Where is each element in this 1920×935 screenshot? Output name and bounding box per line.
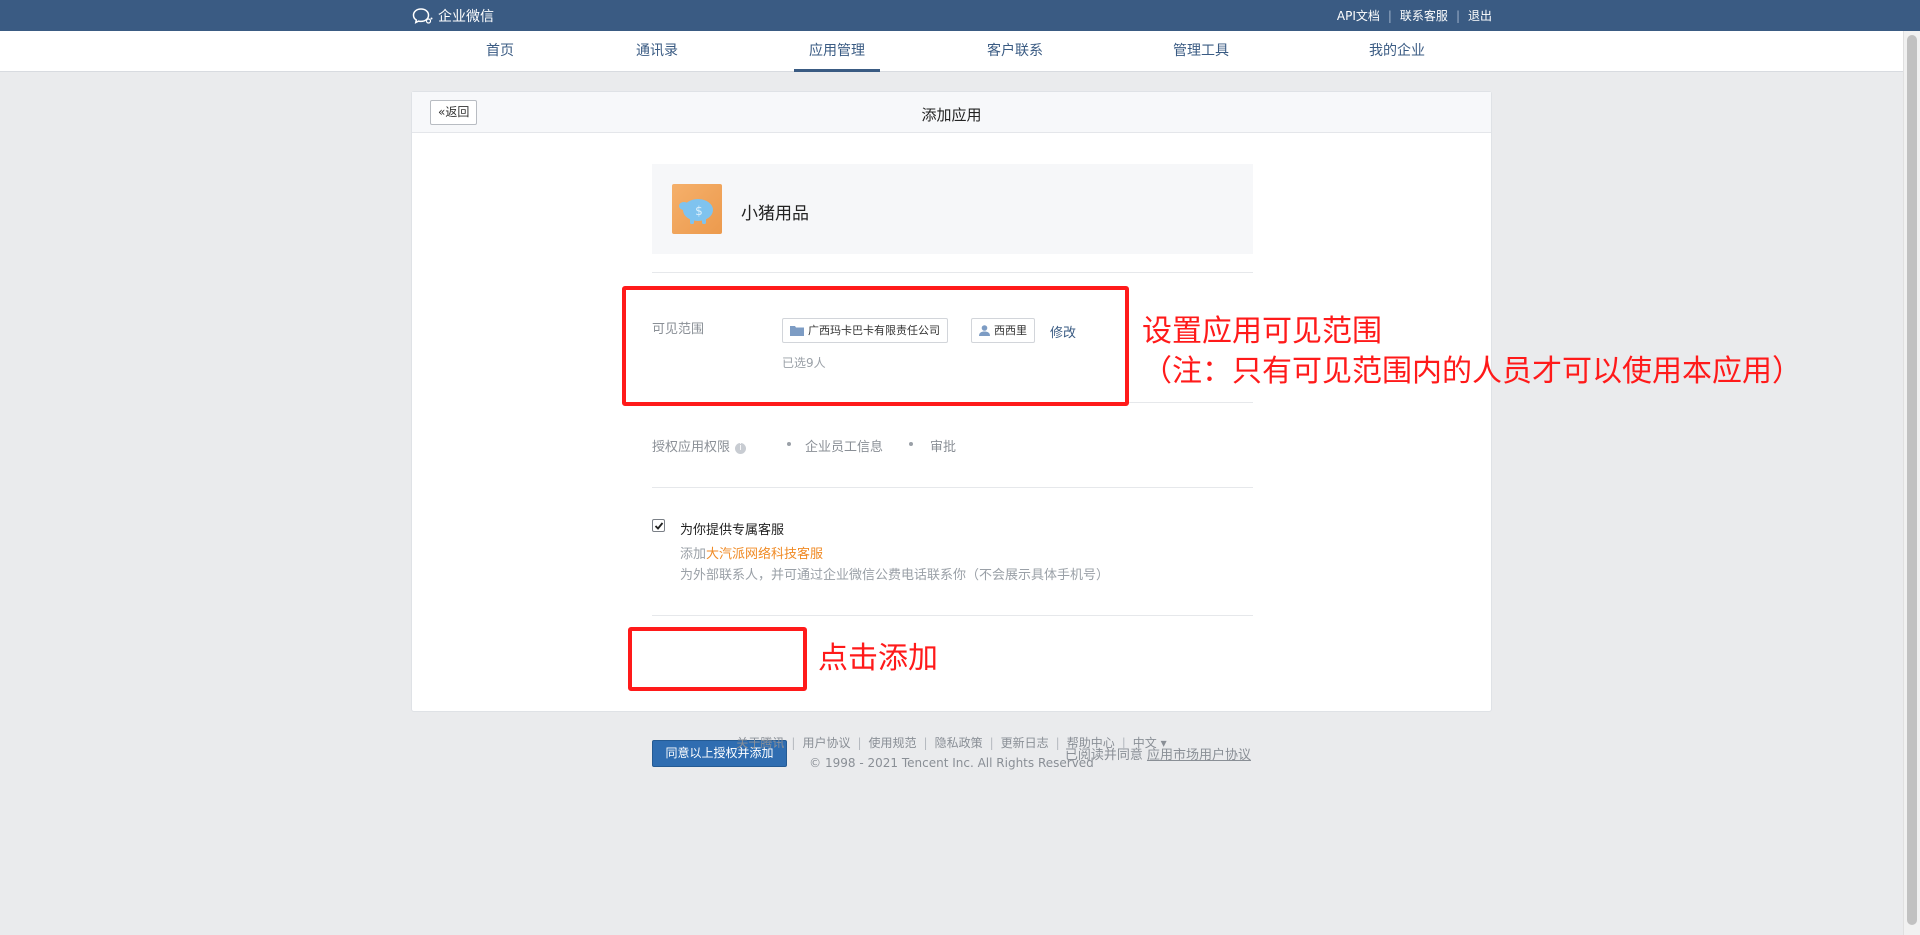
- page-scrollbar[interactable]: [1903, 31, 1920, 935]
- svg-text:$: $: [695, 204, 703, 218]
- annotation-box-scope: [622, 286, 1129, 406]
- permission-employee-info: 企业员工信息: [805, 440, 884, 455]
- contact-support-link[interactable]: 联系客服: [1400, 7, 1448, 24]
- annotation-box-add: [628, 627, 807, 691]
- language-select[interactable]: 中文 ▾: [1133, 736, 1167, 750]
- bullet: [909, 442, 913, 446]
- footer-link-about[interactable]: 关于腾讯: [736, 736, 784, 750]
- service-title: 为你提供专属客服: [680, 523, 785, 538]
- top-bar: 企业微信 API文档 | 联系客服 | 退出: [0, 0, 1920, 31]
- info-icon[interactable]: i: [735, 443, 747, 454]
- footer-link-privacy[interactable]: 隐私政策: [935, 736, 983, 750]
- annotation-scope-note: （注：只有可见范围内的人员才可以使用本应用）: [1142, 354, 1802, 389]
- footer-links: 关于腾讯 | 用户协议 | 使用规范 | 隐私政策 | 更新日志 | 帮助中心 | 中文 ▾: [736, 736, 1167, 750]
- copyright: © 1998 - 2021 Tencent Inc. All Rights Re…: [809, 756, 1094, 770]
- wecom-logo-icon: [412, 8, 433, 24]
- footer-link-user-agreement[interactable]: 用户协议: [802, 736, 850, 750]
- divider: [652, 487, 1253, 488]
- nav-app-management[interactable]: 应用管理: [794, 31, 880, 72]
- nav-home[interactable]: 首页: [470, 31, 530, 72]
- app-summary: $ 小猪用品: [652, 164, 1253, 254]
- logout-link[interactable]: 退出: [1468, 7, 1492, 24]
- annotation-scope-title: 设置应用可见范围: [1142, 314, 1382, 349]
- nav-contacts[interactable]: 通讯录: [627, 31, 687, 72]
- main-nav: 首页 通讯录 应用管理 客户联系 管理工具 我的企业: [0, 31, 1920, 72]
- card-header: «返回 添加应用: [412, 92, 1491, 133]
- api-docs-link[interactable]: API文档: [1337, 7, 1380, 24]
- annotation-add: 点击添加: [818, 641, 938, 676]
- divider: [652, 615, 1253, 616]
- brand-name: 企业微信: [438, 9, 494, 25]
- nav-management-tools[interactable]: 管理工具: [1168, 31, 1234, 72]
- service-description: 添加大汽派网络科技客服为外部联系人，并可通过企业微信公费电话联系你（不会展示具体…: [680, 547, 1110, 583]
- divider: [652, 272, 1253, 273]
- app-name: 小猪用品: [741, 204, 809, 224]
- nav-customer-contact[interactable]: 客户联系: [982, 31, 1048, 72]
- permissions-label: 授权应用权限 i: [652, 436, 747, 455]
- app-logo: $: [672, 184, 722, 234]
- piggy-bank-icon: $: [679, 199, 713, 224]
- bullet: [787, 442, 791, 446]
- checkmark-icon: [654, 522, 664, 530]
- page-title: 添加应用: [921, 106, 982, 124]
- scrollbar-thumb[interactable]: [1907, 35, 1917, 925]
- separator: |: [1455, 8, 1460, 23]
- footer-link-changelog[interactable]: 更新日志: [1001, 736, 1049, 750]
- dedicated-service-checkbox[interactable]: [652, 519, 665, 532]
- service-provider-name: 大汽派网络科技客服: [706, 547, 824, 562]
- permission-approval: 审批: [930, 440, 957, 455]
- separator: |: [1387, 8, 1392, 23]
- brand-logo[interactable]: 企业微信: [412, 6, 494, 26]
- footer-link-help[interactable]: 帮助中心: [1067, 736, 1115, 750]
- footer-link-usage-rules[interactable]: 使用规范: [869, 736, 917, 750]
- top-links: API文档 | 联系客服 | 退出: [1337, 7, 1492, 24]
- nav-my-enterprise[interactable]: 我的企业: [1354, 31, 1440, 72]
